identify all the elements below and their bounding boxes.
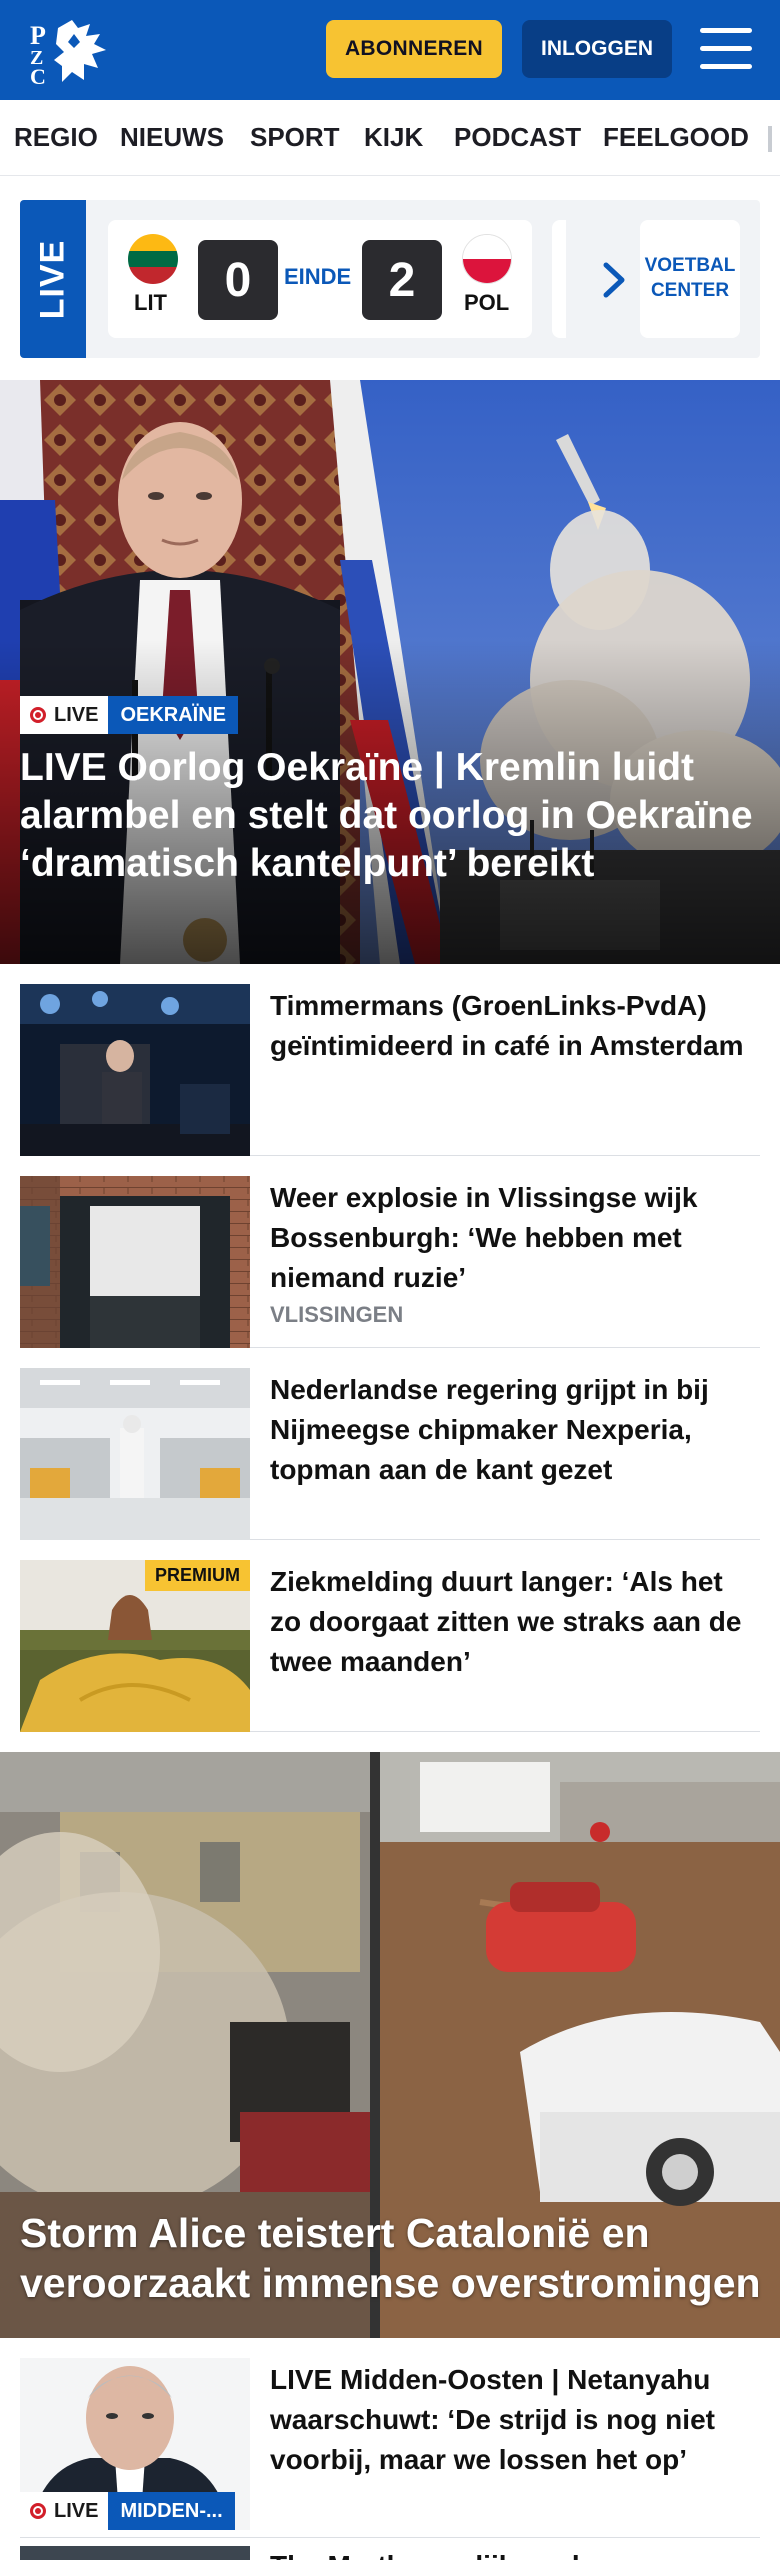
article-title[interactable]: The Marthas gelijk en de bestaande... bbox=[270, 2546, 760, 2560]
article-title[interactable]: Ziekmelding duurt langer: ‘Als het zo do… bbox=[270, 1562, 760, 1682]
article-item-partial[interactable]: The Marthas gelijk en de bestaande... bbox=[20, 2546, 760, 2560]
home-score: 0 bbox=[198, 240, 278, 320]
featured-article-storm[interactable]: Storm Alice teistert Catalonië en veroor… bbox=[0, 1752, 780, 2338]
article-title[interactable]: Nederlandse regering grijpt in bij Nijme… bbox=[270, 1370, 760, 1490]
chevron-right-icon[interactable] bbox=[592, 255, 636, 305]
pzc-logo[interactable]: P Z C bbox=[28, 14, 112, 86]
nav-item-regio[interactable]: REGIO bbox=[14, 122, 98, 153]
article-item[interactable]: Nederlandse regering grijpt in bij Nijme… bbox=[20, 1348, 760, 1540]
nav-overflow-indicator bbox=[768, 126, 772, 152]
category-tag: OEKRAÏNE bbox=[108, 696, 239, 734]
hero-tags: LIVE OEKRAÏNE bbox=[20, 696, 239, 734]
login-button[interactable]: INLOGGEN bbox=[522, 20, 672, 78]
live-tag: LIVE bbox=[20, 696, 109, 734]
article-thumbnail bbox=[20, 984, 250, 1156]
live-scores-strip: LIVE LIT 0 EINDE 2 POL VOETBAL CENTER bbox=[20, 200, 760, 358]
article-location: VLISSINGEN bbox=[270, 1302, 404, 1327]
live-tag-label: LIVE bbox=[54, 703, 99, 726]
article-thumbnail bbox=[20, 1176, 250, 1348]
live-label: LIVE bbox=[33, 239, 72, 319]
nav-item-nieuws[interactable]: NIEUWS bbox=[120, 122, 224, 153]
away-team-code: POL bbox=[464, 290, 510, 315]
article-thumbnail bbox=[20, 2546, 250, 2560]
article-item[interactable]: Timmermans (GroenLinks-PvdA) geïntimidee… bbox=[20, 964, 760, 1156]
live-tag: LIVE bbox=[20, 2492, 109, 2530]
live-tag-label: LIVE bbox=[54, 2499, 99, 2522]
live-label-bar: LIVE bbox=[20, 200, 86, 358]
article-title[interactable]: Weer explosie in Vlissingse wijk Bossenb… bbox=[270, 1178, 760, 1298]
voetbal-center-button[interactable]: VOETBAL CENTER bbox=[640, 220, 740, 338]
article-title[interactable]: LIVE Midden-Oosten | Netanyahu waarschuw… bbox=[270, 2360, 760, 2480]
category-tag: MIDDEN-... bbox=[108, 2492, 235, 2530]
storm-title[interactable]: Storm Alice teistert Catalonië en veroor… bbox=[20, 2208, 780, 2308]
nav-item-kijk[interactable]: KIJK bbox=[364, 122, 423, 153]
nav-item-sport[interactable]: SPORT bbox=[250, 122, 340, 153]
article-thumbnail: LIVE MIDDEN-... bbox=[20, 2358, 250, 2530]
match-status: EINDE bbox=[284, 264, 352, 289]
voetbal-center-label-2: CENTER bbox=[650, 280, 730, 301]
live-dot-icon bbox=[30, 2503, 46, 2519]
match-card[interactable]: LIT 0 EINDE 2 POL bbox=[108, 220, 532, 338]
away-score: 2 bbox=[362, 240, 442, 320]
next-match-card[interactable] bbox=[552, 220, 566, 338]
article-item[interactable]: PREMIUM Ziekmelding duurt langer: ‘Als h… bbox=[20, 1540, 760, 1732]
svg-text:C: C bbox=[30, 64, 46, 86]
poland-flag-icon bbox=[462, 234, 512, 284]
article-item[interactable]: LIVE MIDDEN-... LIVE Midden-Oosten | Net… bbox=[20, 2338, 760, 2538]
hero-title[interactable]: LIVE Oorlog Oekraïne | Kremlin luidt ala… bbox=[20, 744, 760, 888]
premium-badge: PREMIUM bbox=[145, 1560, 250, 1591]
voetbal-center-label-1: VOETBAL bbox=[644, 255, 736, 277]
nav-item-feelgood[interactable]: FEELGOOD bbox=[603, 122, 749, 153]
lithuania-flag-icon bbox=[128, 234, 178, 284]
main-nav: REGIO NIEUWS SPORT KIJK PODCAST FEELGOOD bbox=[0, 100, 780, 176]
article-thumbnail: PREMIUM bbox=[20, 1560, 250, 1732]
site-header: P Z C ABONNEREN INLOGGEN bbox=[0, 0, 780, 100]
bottom-article-tags: LIVE MIDDEN-... bbox=[20, 2492, 235, 2530]
hero-article[interactable]: LIVE OEKRAÏNE LIVE Oorlog Oekraïne | Kre… bbox=[0, 380, 780, 964]
article-thumbnail bbox=[20, 1368, 250, 1540]
svg-text:P: P bbox=[30, 21, 46, 50]
home-team-code: LIT bbox=[134, 290, 167, 315]
hamburger-menu-icon[interactable] bbox=[700, 26, 752, 72]
live-dot-icon bbox=[30, 707, 46, 723]
article-title[interactable]: Timmermans (GroenLinks-PvdA) geïntimidee… bbox=[270, 986, 760, 1066]
nav-item-podcast[interactable]: PODCAST bbox=[454, 122, 581, 153]
subscribe-button[interactable]: ABONNEREN bbox=[326, 20, 502, 78]
article-item[interactable]: Weer explosie in Vlissingse wijk Bossenb… bbox=[20, 1156, 760, 1348]
